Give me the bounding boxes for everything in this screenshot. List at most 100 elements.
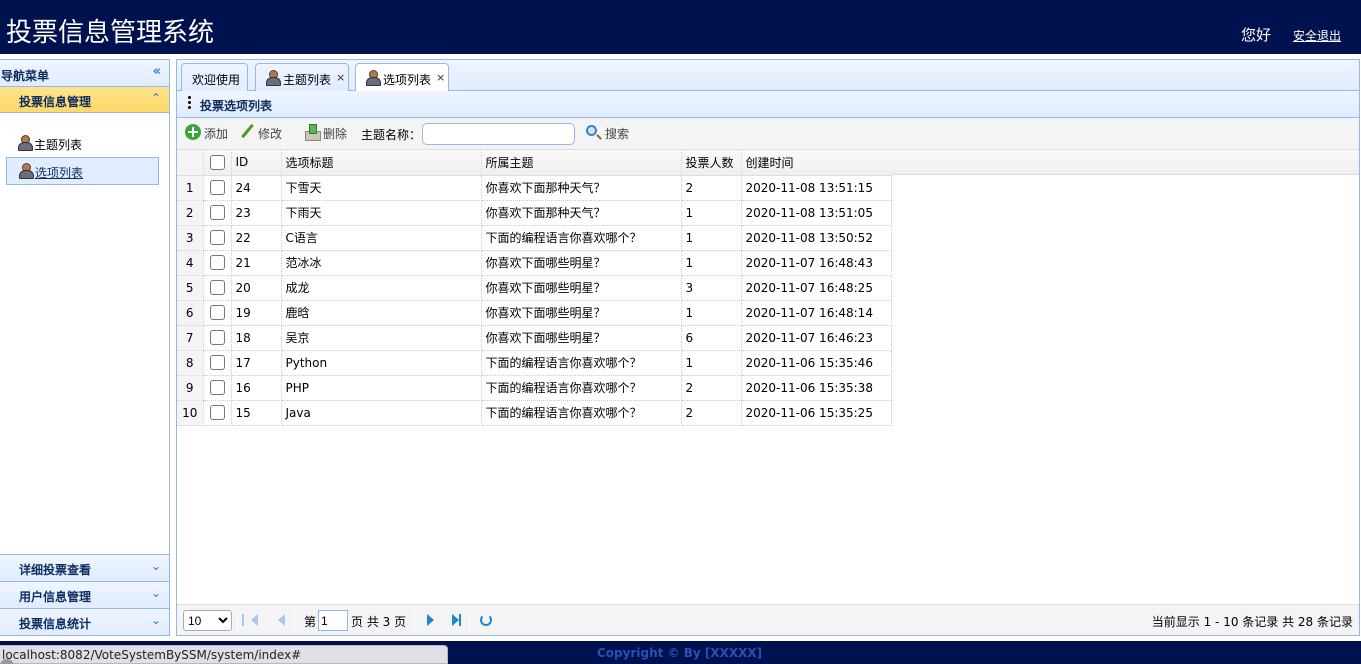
column-header-created[interactable]: 创建时间 [741,150,892,176]
chevron-down-icon[interactable]: ⌄ [151,586,161,600]
add-button[interactable]: 添加 [185,123,235,143]
row-checkbox[interactable] [209,280,225,295]
table-row[interactable]: 6 19 鹿晗 你喜欢下面哪些明星？ 1 2020-11-07 16:48:14 [177,300,892,326]
page-label-after: 页 共 3 页 [351,615,407,629]
cell-votes: 1 [681,350,742,376]
row-checkbox-cell [203,200,232,226]
table-row[interactable]: 4 21 范冰冰 你喜欢下面哪些明星？ 1 2020-11-07 16:48:43 [177,250,892,276]
row-number: 7 [177,325,204,351]
table-row[interactable]: 7 18 吴京 你喜欢下面哪些明星？ 6 2020-11-07 16:46:23 [177,325,892,351]
cell-title: 下雨天 [281,200,482,226]
row-checkbox-cell [203,325,232,351]
tab-topic-list[interactable]: 主题列表 × [255,63,349,91]
panel-header: 投票选项列表 [177,91,1359,118]
table-row[interactable]: 1 24 下雪天 你喜欢下面那种天气？ 2 2020-11-08 13:51:15 [177,175,892,201]
current-page-input[interactable] [318,610,348,631]
cell-id: 15 [231,400,282,426]
divider [414,611,415,631]
edit-button[interactable]: 修改 [239,123,289,143]
row-checkbox[interactable] [209,380,225,395]
row-checkbox-cell [203,175,232,201]
column-header-title[interactable]: 选项标题 [281,150,482,176]
cell-votes: 3 [681,275,742,301]
row-number: 4 [177,250,204,276]
cell-id: 24 [231,175,282,201]
first-page-icon[interactable] [242,614,258,626]
delete-button[interactable]: 删除 [304,123,354,143]
main-panel: 欢迎使用 主题列表 × 选项列表 × 投票选项列表 添加 修改 删除 主题名称： [176,59,1360,636]
sidebar-collapsed-groups: 详细投票查看 ⌄ 用户信息管理 ⌄ 投票信息统计 ⌄ [0,554,169,635]
row-checkbox[interactable] [209,230,225,245]
table-row[interactable]: 5 20 成龙 你喜欢下面哪些明星？ 3 2020-11-07 16:48:25 [177,275,892,301]
select-all-checkbox[interactable] [209,154,225,170]
column-header-topic[interactable]: 所属主题 [481,150,682,176]
column-header-id[interactable]: ID [231,150,282,176]
row-checkbox[interactable] [209,355,225,370]
tab-bar: 欢迎使用 主题列表 × 选项列表 × [177,60,1359,92]
browser-status-url: localhost:8082/VoteSystemBySSM/system/in… [0,645,448,664]
column-header-votes[interactable]: 投票人数 [681,150,742,176]
table-row[interactable]: 9 16 PHP 下面的编程语言你喜欢哪个？ 2 2020-11-06 15:35:38 [177,375,892,401]
table-row[interactable]: 8 17 Python 下面的编程语言你喜欢哪个？ 1 2020-11-06 15:35:… [177,350,892,376]
page-size-select[interactable]: 10 [183,610,232,631]
tab-welcome[interactable]: 欢迎使用 [181,63,248,91]
search-input[interactable] [422,123,575,145]
row-checkbox[interactable] [209,330,225,345]
refresh-icon[interactable] [480,614,492,626]
table-row[interactable]: 3 22 C语言 下面的编程语言你喜欢哪个？ 1 2020-11-08 13:50:52 [177,225,892,251]
row-checkbox[interactable] [209,255,225,270]
cell-created: 2020-11-07 16:48:43 [741,250,892,276]
row-checkbox[interactable] [209,405,225,420]
cell-title: 吴京 [281,325,482,351]
row-checkbox-cell [203,400,232,426]
row-checkbox-cell [203,350,232,376]
add-label: 添加 [204,127,229,141]
pencil-icon [239,124,255,140]
row-number: 1 [177,175,204,201]
cell-created: 2020-11-07 16:46:23 [741,325,892,351]
cell-id: 16 [231,375,282,401]
logout-link[interactable]: 安全退出 [1293,27,1341,44]
row-checkbox-cell [203,300,232,326]
cell-topic: 你喜欢下面哪些明星？ [481,250,682,276]
next-page-icon[interactable] [427,614,434,626]
row-number: 10 [177,400,204,426]
cell-votes: 2 [681,175,742,201]
cell-title: 鹿晗 [281,300,482,326]
chevron-up-icon[interactable]: ⌃ [151,91,161,105]
row-checkbox[interactable] [209,205,225,220]
cell-topic: 下面的编程语言你喜欢哪个？ [481,350,682,376]
sidebar-menu: 主题列表 选项列表 [0,113,169,185]
prev-page-icon[interactable] [278,614,285,626]
accordion-vote-management[interactable]: 投票信息管理 ⌃ [0,87,169,113]
sidebar-item-topic-list[interactable]: 主题列表 [6,129,159,157]
divider [294,611,295,631]
cell-votes: 1 [681,200,742,226]
search-icon [586,125,597,136]
table-row[interactable]: 2 23 下雨天 你喜欢下面那种天气？ 1 2020-11-08 13:51:05 [177,200,892,226]
user-icon [366,70,381,86]
sidebar-item-option-list[interactable]: 选项列表 [6,157,159,185]
search-button[interactable]: 搜索 [586,123,636,143]
close-icon[interactable]: × [436,71,445,84]
cell-votes: 2 [681,375,742,401]
chevron-down-icon[interactable]: ⌄ [151,613,161,627]
tab-label: 选项列表 [383,73,432,87]
row-checkbox[interactable] [209,180,225,195]
delete-icon [304,124,321,141]
tab-option-list[interactable]: 选项列表 × [355,63,449,92]
accordion-vote-statistics[interactable]: 投票信息统计 ⌄ [0,608,169,635]
user-icon [19,163,34,179]
accordion-vote-details[interactable]: 详细投票查看 ⌄ [0,554,169,581]
collapse-left-icon[interactable]: « [153,64,161,79]
row-checkbox[interactable] [209,305,225,320]
cell-votes: 6 [681,325,742,351]
close-icon[interactable]: × [336,71,345,84]
accordion-user-management[interactable]: 用户信息管理 ⌄ [0,581,169,608]
row-checkbox-cell [203,250,232,276]
table-row[interactable]: 10 15 Java 下面的编程语言你喜欢哪个？ 2 2020-11-06 15:35:2… [177,400,892,426]
chevron-down-icon[interactable]: ⌄ [151,559,161,573]
user-icon [266,70,281,86]
last-page-icon[interactable] [452,614,461,626]
divider [237,611,238,631]
